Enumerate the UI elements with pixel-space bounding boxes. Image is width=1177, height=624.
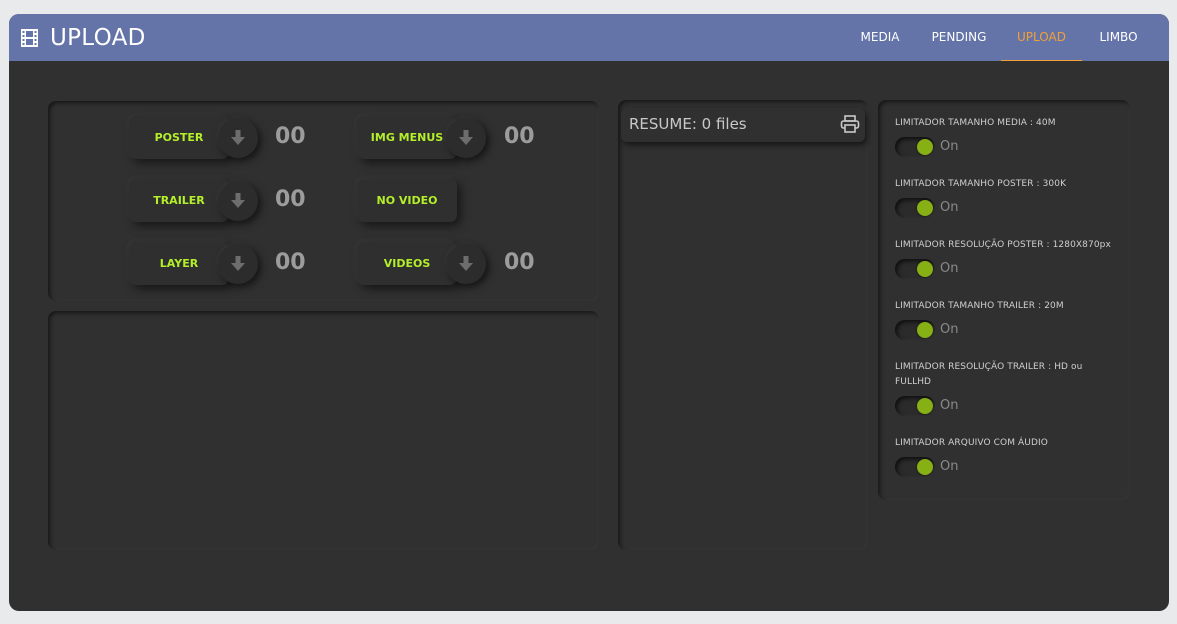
- printer-icon[interactable]: [840, 115, 860, 133]
- nav-limbo[interactable]: LIMBO: [1087, 14, 1150, 61]
- limiter-poster-size-state: On: [940, 200, 959, 215]
- trailer-button[interactable]: TRAILER: [129, 179, 229, 222]
- layer-download-button[interactable]: [218, 244, 258, 284]
- limiter-poster-resolution-label: LIMITADOR RESOLUÇÃO POSTER : 1280X870px: [895, 240, 1111, 250]
- videos-download-button[interactable]: [446, 244, 486, 284]
- toggle-knob: [917, 398, 933, 414]
- img-menus-button[interactable]: IMG MENUS: [357, 116, 457, 159]
- resume-summary: RESUME: 0 files: [629, 115, 747, 133]
- file-drop-panel[interactable]: [48, 311, 599, 550]
- toggle-knob: [917, 459, 933, 475]
- limiter-media-size-label: LIMITADOR TAMANHO MEDIA : 40M: [895, 118, 1056, 128]
- arrow-down-icon: [459, 130, 473, 145]
- limiter-trailer-resolution-toggle[interactable]: [895, 396, 935, 416]
- arrow-down-icon: [231, 256, 245, 271]
- header-bar: UPLOAD MEDIA PENDING UPLOAD LIMBO: [9, 14, 1169, 61]
- limiter-trailer-size-state: On: [940, 322, 959, 337]
- arrow-down-icon: [231, 130, 245, 145]
- app-window: UPLOAD MEDIA PENDING UPLOAD LIMBO POSTER…: [9, 14, 1169, 611]
- limiter-audio-file-toggle[interactable]: [895, 457, 935, 477]
- toggle-knob: [917, 200, 933, 216]
- limiter-trailer-size-toggle[interactable]: [895, 320, 935, 340]
- limiter-poster-resolution-toggle[interactable]: [895, 259, 935, 279]
- poster-download-button[interactable]: [218, 118, 258, 158]
- limiter-poster-size-label: LIMITADOR TAMANHO POSTER : 300K: [895, 179, 1067, 189]
- limiter-trailer-size-label: LIMITADOR TAMANHO TRAILER : 20M: [895, 301, 1064, 311]
- poster-count: 00: [275, 124, 306, 149]
- layer-count: 00: [275, 250, 306, 275]
- arrow-down-icon: [231, 193, 245, 208]
- limiter-poster-size-toggle[interactable]: [895, 198, 935, 218]
- toggle-knob: [917, 322, 933, 338]
- limiter-audio-file-label: LIMITADOR ARQUIVO COM ÁUDIO: [895, 438, 1048, 448]
- nav-media[interactable]: MEDIA: [846, 14, 914, 61]
- nav-upload[interactable]: UPLOAD: [1001, 14, 1082, 61]
- videos-button[interactable]: VIDEOS: [357, 242, 457, 285]
- resume-header: RESUME: 0 files: [621, 108, 865, 142]
- no-video-button[interactable]: NO VIDEO: [357, 179, 457, 222]
- resume-panel: [618, 100, 868, 550]
- poster-button[interactable]: POSTER: [129, 116, 229, 159]
- trailer-download-button[interactable]: [218, 181, 258, 221]
- videos-count: 00: [504, 250, 535, 275]
- film-icon: [21, 29, 38, 47]
- trailer-count: 00: [275, 187, 306, 212]
- toggle-knob: [917, 261, 933, 277]
- img-menus-download-button[interactable]: [446, 118, 486, 158]
- limiter-media-size-toggle[interactable]: [895, 137, 935, 157]
- limiter-trailer-resolution-state: On: [940, 398, 959, 413]
- limiter-trailer-resolution-label: LIMITADOR RESOLUÇÃO TRAILER : HD ou FULL…: [895, 362, 1083, 387]
- toggle-knob: [917, 139, 933, 155]
- limiter-poster-resolution-state: On: [940, 261, 959, 276]
- nav-pending[interactable]: PENDING: [919, 14, 999, 61]
- arrow-down-icon: [459, 256, 473, 271]
- page-title: UPLOAD: [50, 25, 146, 51]
- limiter-media-size-state: On: [940, 139, 959, 154]
- layer-button[interactable]: LAYER: [129, 242, 229, 285]
- img-menus-count: 00: [504, 124, 535, 149]
- limiter-audio-file-state: On: [940, 459, 959, 474]
